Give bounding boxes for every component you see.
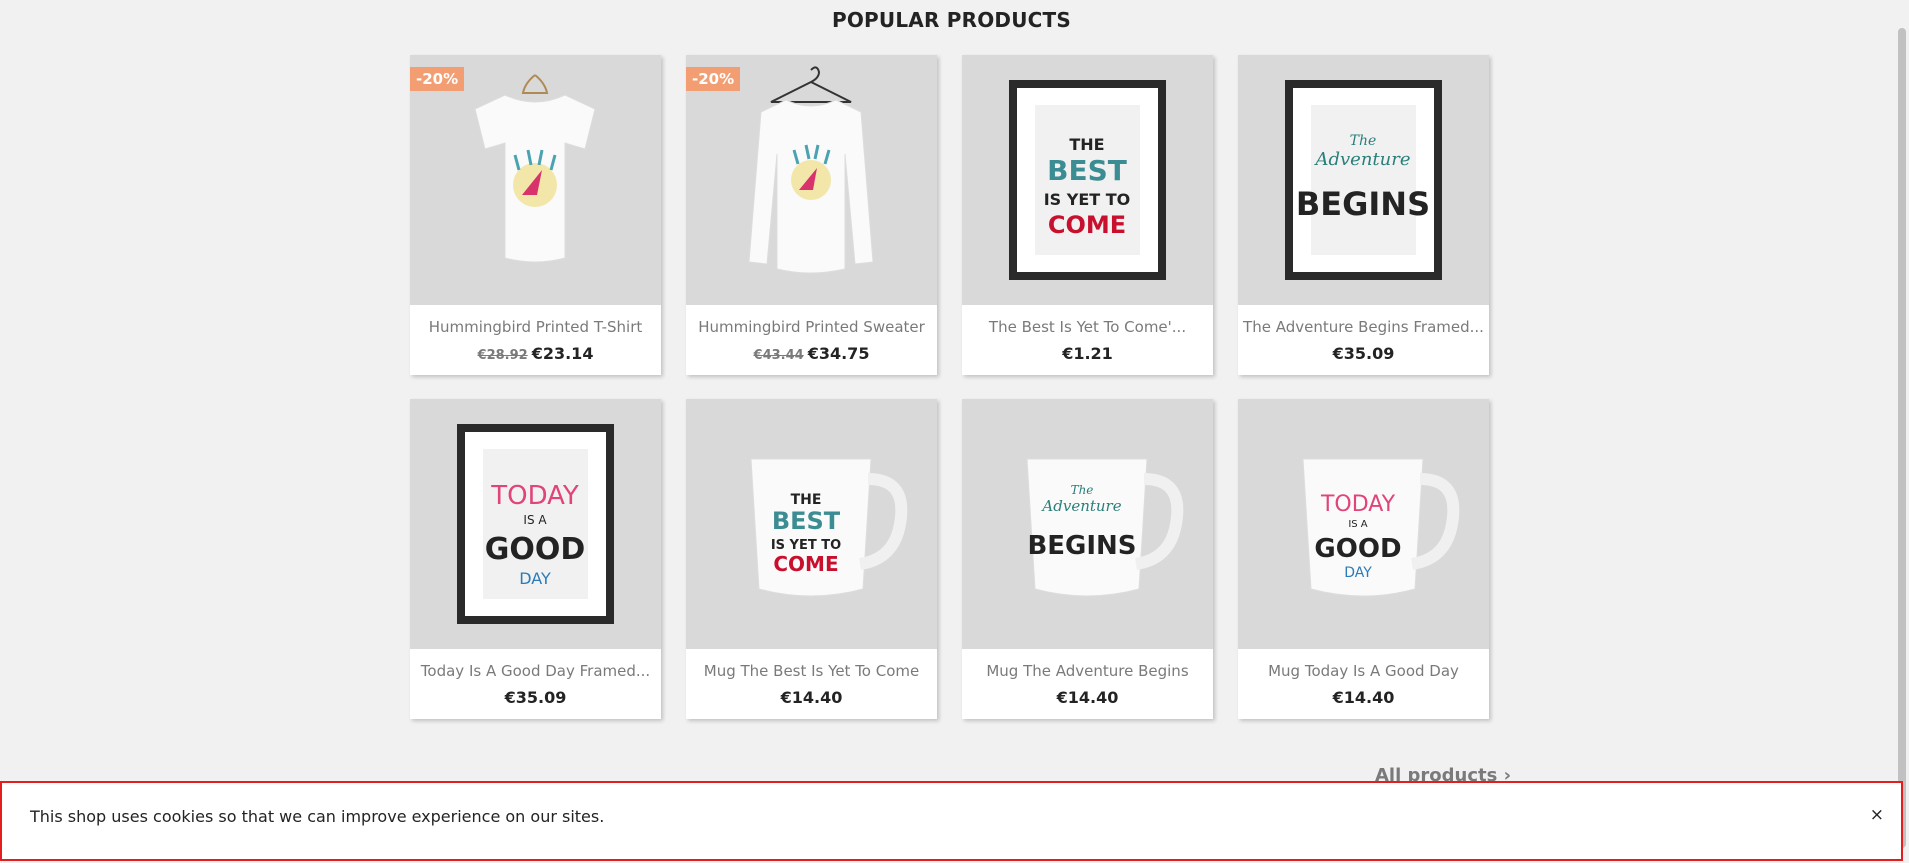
mug-adventure-icon: The Adventure BEGINS [1026, 458, 1184, 597]
product-image[interactable]: TODAY IS A GOOD DAY [1238, 399, 1489, 649]
svg-text:IS YET TO: IS YET TO [771, 538, 841, 553]
product-card-tshirt[interactable]: -20% Hummingbird Printed T-Shirt €28.92 €… [410, 55, 661, 375]
product-card-poster-adventure[interactable]: The Adventure BEGINS The Adventure Begin… [1238, 55, 1489, 375]
svg-text:TODAY: TODAY [490, 481, 579, 511]
svg-text:IS A: IS A [1348, 519, 1367, 530]
product-card-poster-best[interactable]: THE BEST IS YET TO COME The Best Is Yet … [962, 55, 1213, 375]
product-image[interactable]: The Adventure BEGINS [1238, 55, 1489, 305]
poster-today-icon: TODAY IS A GOOD DAY [457, 424, 614, 624]
price: €35.09 [1332, 344, 1395, 363]
product-image[interactable]: The Adventure BEGINS [962, 399, 1213, 649]
product-card-mug-best[interactable]: THE BEST IS YET TO COME Mug The Best Is … [686, 399, 937, 719]
product-name[interactable]: Mug The Best Is Yet To Come [686, 662, 937, 682]
price: €14.40 [780, 688, 843, 707]
sweater-icon [748, 66, 874, 274]
product-name[interactable]: Mug The Adventure Begins [962, 662, 1213, 682]
product-image[interactable]: THE BEST IS YET TO COME [686, 399, 937, 649]
old-price: €43.44 [753, 348, 804, 363]
product-name[interactable]: Today Is A Good Day Framed... [410, 662, 661, 682]
svg-text:The: The [1071, 483, 1094, 497]
svg-text:IS YET TO: IS YET TO [1044, 190, 1131, 209]
discount-badge: -20% [686, 67, 741, 91]
discount-badge: -20% [410, 67, 465, 91]
product-image[interactable]: THE BEST IS YET TO COME [962, 55, 1213, 305]
product-image[interactable]: -20% [410, 55, 661, 305]
svg-text:GOOD: GOOD [485, 532, 586, 567]
cookie-message: This shop uses cookies so that we can im… [30, 807, 605, 826]
product-image[interactable]: -20% [686, 55, 937, 305]
old-price: €28.92 [477, 348, 528, 363]
price: €14.40 [1332, 688, 1395, 707]
price: €1.21 [1062, 344, 1113, 363]
svg-text:BEGINS: BEGINS [1296, 185, 1430, 223]
svg-text:DAY: DAY [1344, 565, 1372, 581]
close-icon[interactable]: × [1870, 805, 1884, 825]
mug-best-icon: THE BEST IS YET TO COME [750, 458, 908, 597]
price: €34.75 [807, 344, 870, 363]
svg-text:BEGINS: BEGINS [1027, 531, 1136, 561]
svg-text:THE: THE [791, 492, 822, 508]
svg-text:COME: COME [773, 552, 838, 576]
price: €23.14 [531, 344, 594, 363]
svg-text:COME: COME [1048, 211, 1126, 239]
svg-text:Adventure: Adventure [1040, 497, 1121, 515]
svg-text:Adventure: Adventure [1313, 149, 1410, 170]
product-name[interactable]: The Best Is Yet To Come'... [962, 318, 1213, 338]
svg-text:THE: THE [1069, 135, 1104, 154]
cookie-banner: This shop uses cookies so that we can im… [0, 781, 1903, 861]
product-card-poster-today[interactable]: TODAY IS A GOOD DAY Today Is A Good Day … [410, 399, 661, 719]
product-name[interactable]: The Adventure Begins Framed... [1238, 318, 1489, 338]
product-image[interactable]: TODAY IS A GOOD DAY [410, 399, 661, 649]
product-name[interactable]: Mug Today Is A Good Day [1238, 662, 1489, 682]
svg-text:BEST: BEST [1047, 154, 1127, 187]
scrollbar-thumb[interactable] [1898, 28, 1906, 848]
product-card-mug-adventure[interactable]: The Adventure BEGINS Mug The Adventure B… [962, 399, 1213, 719]
product-name[interactable]: Hummingbird Printed T-Shirt [410, 318, 661, 338]
mug-today-icon: TODAY IS A GOOD DAY [1302, 458, 1460, 597]
svg-text:GOOD: GOOD [1314, 534, 1401, 564]
poster-best-icon: THE BEST IS YET TO COME [1009, 80, 1166, 280]
product-card-sweater[interactable]: -20% Hummingbird Printed Sweater €43.44 €… [686, 55, 937, 375]
svg-text:BEST: BEST [772, 507, 841, 535]
svg-text:DAY: DAY [519, 569, 551, 588]
svg-text:IS A: IS A [523, 513, 547, 527]
svg-text:The: The [1350, 133, 1377, 149]
price: €35.09 [504, 688, 567, 707]
product-grid: -20% Hummingbird Printed T-Shirt €28.92 €… [410, 55, 1490, 719]
section-title: POPULAR PRODUCTS [832, 8, 1071, 32]
price: €14.40 [1056, 688, 1119, 707]
svg-text:TODAY: TODAY [1320, 492, 1396, 517]
product-name[interactable]: Hummingbird Printed Sweater [686, 318, 937, 338]
poster-adventure-icon: The Adventure BEGINS [1285, 80, 1442, 280]
tshirt-icon [474, 74, 596, 263]
product-card-mug-today[interactable]: TODAY IS A GOOD DAY Mug Today Is A Good … [1238, 399, 1489, 719]
page-scrollbar[interactable] [1895, 0, 1909, 863]
